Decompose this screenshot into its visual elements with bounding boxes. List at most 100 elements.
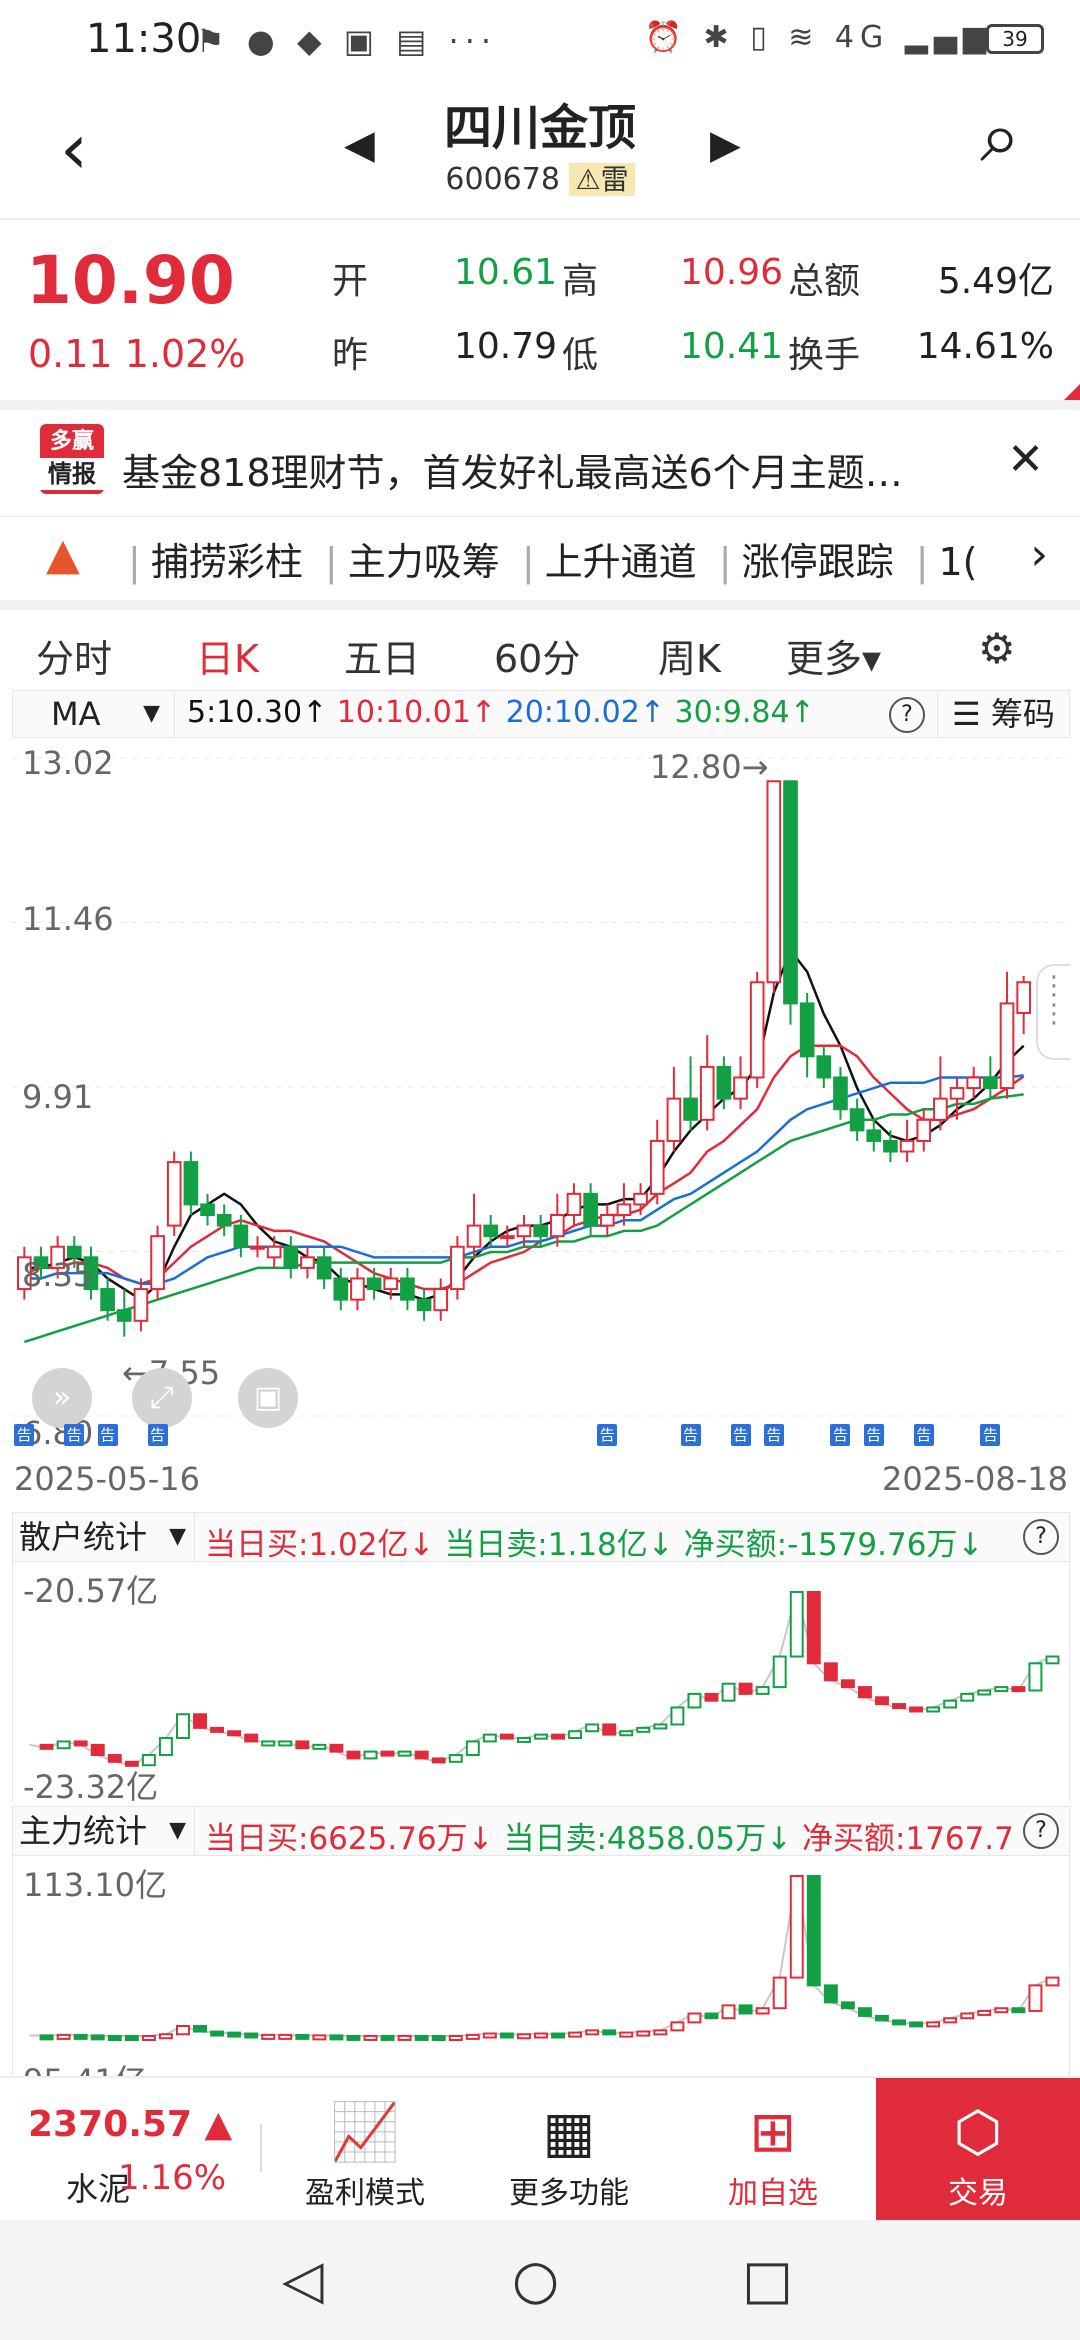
tab-more[interactable]: 更多▾ [786, 628, 881, 683]
tab-weekly-k[interactable]: 周K [658, 628, 721, 683]
main-force-stats-chart[interactable]: 113.10亿 95.41亿 [12, 1856, 1070, 2100]
candle-body [966, 1076, 982, 1090]
help-icon[interactable]: ? [1023, 1813, 1059, 1849]
candle-body [1016, 981, 1032, 1014]
stat-box [465, 2033, 480, 2040]
announcement-badge[interactable]: 告 [97, 1424, 118, 1446]
stat-box [1045, 1655, 1060, 1665]
divider [0, 400, 1080, 410]
kline-chart[interactable]: 13.02 11.46 9.91 8.35 6.80 12.80→ ←7.55 … [12, 738, 1070, 1454]
stat-box [482, 2032, 497, 2039]
stat-box [261, 1740, 276, 1747]
stat-box [857, 1686, 872, 1699]
nav-home-icon[interactable]: ○ [512, 2248, 559, 2311]
index-value[interactable]: 2370.57 ▲ [28, 2104, 232, 2145]
chip-distribution-button[interactable]: ☰ 筹码 [937, 691, 1071, 737]
announcement-badge[interactable]: 告 [680, 1424, 701, 1446]
indicator-select[interactable]: MA [13, 691, 175, 737]
add-watchlist-label: 加自选 [728, 2176, 818, 2211]
candle-body [266, 1245, 282, 1259]
fast-forward-icon[interactable]: » [32, 1368, 92, 1428]
announcement-badge[interactable]: 告 [980, 1424, 1001, 1446]
candle-body [949, 1087, 965, 1100]
announcement-badge[interactable]: 告 [830, 1424, 851, 1446]
close-icon[interactable]: ✕ [1007, 434, 1044, 485]
tag-item[interactable]: 主力吸筹 [348, 540, 500, 584]
tag-item[interactable]: 上升通道 [545, 540, 697, 584]
main-force-svg [29, 1875, 1060, 2041]
stat-box [806, 1591, 821, 1665]
feature-tags: ▲ | 捕捞彩柱 | 主力吸筹 | 上升通道 | 涨停跟踪 | 1( › [0, 516, 1080, 588]
stat-box [823, 1662, 838, 1682]
stat-box [772, 1655, 787, 1689]
fullscreen-icon[interactable]: ⤢ [132, 1368, 192, 1428]
candle [933, 1056, 948, 1131]
candle-body [933, 1097, 948, 1121]
tag-item[interactable]: 捕捞彩柱 [151, 540, 303, 584]
stat-box [193, 1713, 207, 1729]
chevron-right-icon[interactable]: › [1030, 529, 1048, 580]
candle-body [516, 1224, 532, 1238]
candle [566, 1183, 582, 1226]
picture-icon[interactable]: ▣ [238, 1368, 298, 1428]
candle [133, 1278, 149, 1332]
stat-box [176, 1713, 190, 1740]
stat-box [585, 1723, 600, 1733]
candle [283, 1236, 299, 1279]
announcement-badge[interactable]: 告 [763, 1424, 784, 1446]
nav-recent-icon[interactable]: □ [742, 2248, 793, 2311]
retail-stats-chart[interactable]: -20.57亿 -23.32亿 [12, 1562, 1070, 1806]
stat-box [551, 2032, 566, 2039]
tag-item[interactable]: 涨停跟踪 [742, 540, 894, 584]
help-icon[interactable]: ? [889, 697, 925, 733]
trade-button[interactable]: ⬡ 交易 [876, 2078, 1080, 2220]
candle-body [566, 1192, 582, 1217]
candle-body [366, 1277, 382, 1291]
candle-body [833, 1076, 848, 1111]
y-tick-label: 9.91 [22, 1078, 94, 1116]
amount-label: 总额 [788, 261, 861, 302]
candle-body [116, 1309, 132, 1322]
stat-box [721, 2004, 736, 2020]
add-watchlist-button[interactable]: ⊞ 加自选 [698, 2098, 848, 2212]
ad-badge-bottom: 情报 [40, 458, 104, 490]
help-icon[interactable]: ? [1023, 1519, 1059, 1555]
announcement-badge[interactable]: 告 [147, 1424, 168, 1446]
settings-icon[interactable]: ⚙ [978, 624, 1016, 673]
tab-daily-k[interactable]: 日K [196, 628, 259, 695]
ad-banner[interactable]: 多赢 情报 基金818理财节，首发好礼最高送6个月主题… ✕ [0, 412, 1080, 512]
stat-box [670, 1706, 685, 1726]
side-handle-icon[interactable]: ⋮ ⋮ [1036, 964, 1070, 1060]
stat-box [346, 2034, 361, 2041]
tab-intraday[interactable]: 分时 [36, 628, 112, 683]
stat-box [585, 2029, 600, 2036]
announcement-badge[interactable]: 告 [730, 1424, 751, 1446]
risk-badge[interactable]: ⚠雷 [569, 163, 635, 196]
profit-model-button[interactable]: 📈 盈利模式 [290, 2098, 440, 2212]
more-functions-button[interactable]: ▦ 更多功能 [494, 2098, 644, 2212]
tab-60min[interactable]: 60分 [494, 628, 580, 683]
tag-item[interactable]: 1( [939, 540, 978, 584]
candle-body [100, 1288, 115, 1312]
main-force-stats-select[interactable]: 主力统计 [13, 1807, 195, 1855]
main-force-buy: 当日买:6625.76万↓ [205, 1821, 494, 1857]
tab-five-day[interactable]: 五日 [344, 628, 420, 683]
retail-stats-select[interactable]: 散户统计 [13, 1513, 195, 1561]
search-icon[interactable]: ⌕ [980, 94, 1020, 180]
nav-back-icon[interactable]: ◁ [282, 2248, 324, 2311]
announcement-badge[interactable]: 告 [597, 1424, 618, 1446]
announcement-badge[interactable]: 告 [913, 1424, 934, 1446]
candle-body [316, 1256, 332, 1280]
candle-body [849, 1108, 865, 1132]
stat-box [346, 1750, 361, 1760]
stat-box [39, 1743, 54, 1750]
ma-values: 5:10.30↑ 10:10.01↑ 20:10.02↑ 30:9.84↑ [187, 695, 815, 730]
announcement-badge[interactable]: 告 [863, 1424, 884, 1446]
announcement-badge[interactable]: 告 [64, 1424, 85, 1446]
stat-box [278, 2033, 293, 2040]
announcement-badge[interactable]: 告 [14, 1424, 35, 1446]
stat-box [755, 2007, 770, 2015]
prev-close-value: 10.79 [454, 326, 558, 367]
ad-text[interactable]: 基金818理财节，首发好礼最高送6个月主题… [122, 442, 903, 497]
stat-box [568, 1730, 583, 1740]
